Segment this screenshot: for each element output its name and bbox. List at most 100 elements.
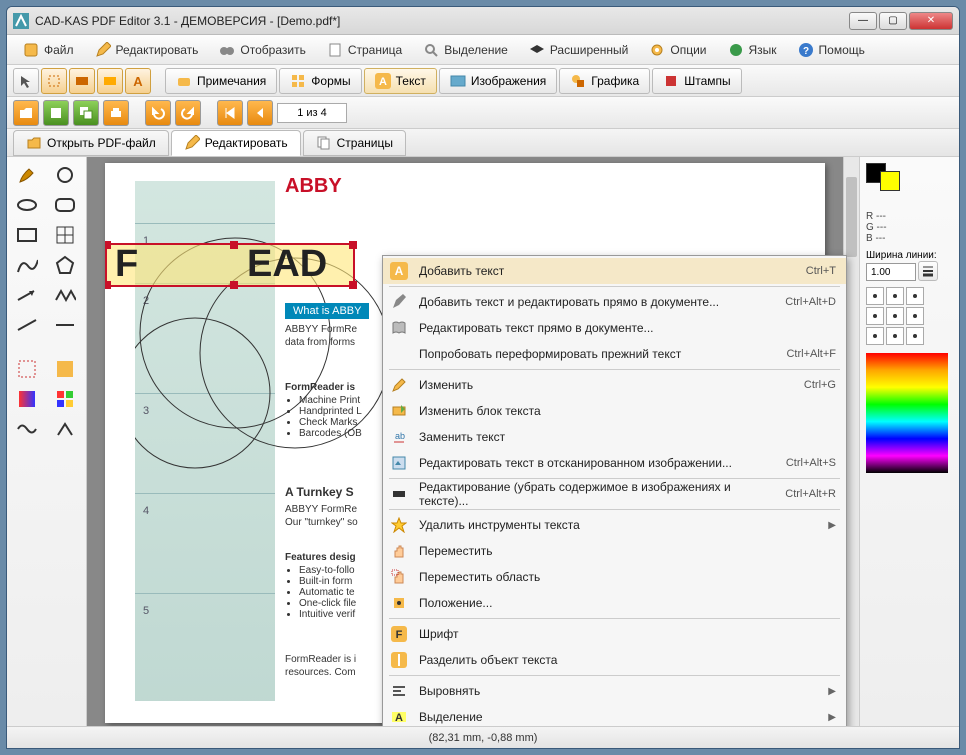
nav-prev[interactable] xyxy=(247,100,273,126)
tool-curve-icon[interactable] xyxy=(11,253,43,277)
menu-item[interactable]: AДобавить текстCtrl+T xyxy=(383,258,846,284)
right-properties-panel: R --- G --- B --- Ширина линии: xyxy=(859,157,959,726)
menu-file[interactable]: Файл xyxy=(13,38,83,62)
tool-grid-icon[interactable] xyxy=(49,223,81,247)
menu-item[interactable]: Удалить инструменты текста▶ xyxy=(383,512,846,538)
statusbar: (82,31 mm, -0,88 mm) xyxy=(7,726,959,748)
blank-icon xyxy=(389,344,409,364)
modetab-pages[interactable]: Страницы xyxy=(303,130,406,156)
menu-item[interactable]: Разделить объект текста xyxy=(383,647,846,673)
menu-item[interactable]: ИзменитьCtrl+G xyxy=(383,372,846,398)
tool-rect-icon[interactable] xyxy=(11,223,43,247)
text-menu-dropdown: AДобавить текстCtrl+T Добавить текст и ре… xyxy=(382,255,847,726)
tab-images[interactable]: Изображения xyxy=(439,68,557,94)
tool-ellipse-icon[interactable] xyxy=(11,193,43,217)
A-icon: A xyxy=(389,261,409,281)
tool-circle-icon[interactable] xyxy=(49,163,81,187)
tool-wave-icon[interactable] xyxy=(11,417,43,441)
resize-handle[interactable] xyxy=(105,241,111,249)
redact-icon xyxy=(389,484,409,504)
modetab-edit[interactable]: Редактировать xyxy=(171,130,301,156)
app-icon xyxy=(13,13,29,29)
star-icon xyxy=(389,515,409,535)
menu-options[interactable]: Опции xyxy=(639,38,715,62)
menu-page[interactable]: Страница xyxy=(317,38,411,62)
tool-undo[interactable] xyxy=(145,100,171,126)
tool-text-box[interactable] xyxy=(69,68,95,94)
scrollbar-thumb[interactable] xyxy=(846,177,857,257)
book-icon xyxy=(389,318,409,338)
globe-icon xyxy=(727,41,745,59)
tab-stamps[interactable]: Штампы xyxy=(652,68,741,94)
menu-item[interactable]: Добавить текст и редактировать прямо в д… xyxy=(383,289,846,315)
menu-help[interactable]: ?Помощь xyxy=(788,38,874,62)
menu-item[interactable]: Изменить блок текста xyxy=(383,398,846,424)
menu-language[interactable]: Язык xyxy=(718,38,786,62)
modetab-open[interactable]: Открыть PDF-файл xyxy=(13,130,169,156)
tool-zigzag-icon[interactable] xyxy=(49,283,81,307)
tool-arrow[interactable] xyxy=(13,68,39,94)
close-button[interactable]: ✕ xyxy=(909,12,953,30)
tool-gradient-icon[interactable] xyxy=(11,387,43,411)
linewidth-picker-icon[interactable] xyxy=(918,261,938,281)
tool-print[interactable] xyxy=(103,100,129,126)
tool-line-icon[interactable] xyxy=(11,313,43,337)
input-linewidth[interactable] xyxy=(866,263,916,281)
resize-handle[interactable] xyxy=(230,281,238,289)
page-icon xyxy=(326,41,344,59)
tool-marquee2-icon[interactable] xyxy=(11,357,43,381)
tab-graphics[interactable]: Графика xyxy=(559,68,650,94)
tool-text-a[interactable]: A xyxy=(125,68,151,94)
resize-handle[interactable] xyxy=(349,241,357,249)
tool-color-rect-icon[interactable] xyxy=(49,357,81,381)
tool-redo[interactable] xyxy=(175,100,201,126)
anchor-grid[interactable] xyxy=(866,287,953,345)
tab-text[interactable]: AТекст xyxy=(364,68,437,94)
menu-edit[interactable]: Редактировать xyxy=(85,38,208,62)
menu-item[interactable]: Редактирование (убрать содержимое в изоб… xyxy=(383,481,846,507)
resize-handle[interactable] xyxy=(105,281,111,289)
menu-advanced[interactable]: Расширенный xyxy=(519,38,638,62)
swatch-background[interactable] xyxy=(880,171,900,191)
maximize-button[interactable]: ▢ xyxy=(879,12,907,30)
nav-first[interactable] xyxy=(217,100,243,126)
menu-item[interactable]: abЗаменить текст xyxy=(383,424,846,450)
menu-item[interactable]: Редактировать текст в отсканированном из… xyxy=(383,450,846,476)
resize-handle[interactable] xyxy=(349,281,357,289)
menu-item[interactable]: AВыделение▶ xyxy=(383,704,846,726)
left-tool-palette xyxy=(7,157,87,726)
menu-item[interactable]: Положение... xyxy=(383,590,846,616)
page-indicator[interactable] xyxy=(277,103,347,123)
menu-item[interactable]: Попробовать переформировать прежний текс… xyxy=(383,341,846,367)
resize-handle[interactable] xyxy=(230,241,238,249)
tool-arrow-icon[interactable] xyxy=(11,283,43,307)
menu-item[interactable]: FШрифт xyxy=(383,621,846,647)
selected-text-box[interactable]: F EAD xyxy=(105,243,355,287)
menu-item[interactable]: Переместить область xyxy=(383,564,846,590)
tool-polygon-icon[interactable] xyxy=(49,253,81,277)
tool-save-as[interactable] xyxy=(73,100,99,126)
color-spectrum[interactable] xyxy=(866,353,948,473)
tool-marquee[interactable] xyxy=(41,68,67,94)
tool-brush-icon[interactable] xyxy=(11,163,43,187)
tool-caret-icon[interactable] xyxy=(49,417,81,441)
tab-annotations[interactable]: Примечания xyxy=(165,68,277,94)
pen-icon xyxy=(389,292,409,312)
svg-text:A: A xyxy=(395,712,403,724)
paragraph: FormReader is i resources. Com xyxy=(285,653,356,679)
svg-text:ab: ab xyxy=(395,431,405,441)
tab-forms[interactable]: Формы xyxy=(279,68,361,94)
minimize-button[interactable]: — xyxy=(849,12,877,30)
menu-view[interactable]: Отобразить xyxy=(209,38,314,62)
tool-highlight[interactable] xyxy=(97,68,123,94)
mode-tabs: Открыть PDF-файл Редактировать Страницы xyxy=(7,129,959,157)
tool-save[interactable] xyxy=(43,100,69,126)
tool-rounded-rect-icon[interactable] xyxy=(49,193,81,217)
menu-item[interactable]: Переместить xyxy=(383,538,846,564)
menu-item[interactable]: Редактировать текст прямо в документе... xyxy=(383,315,846,341)
menu-item[interactable]: Выровнять▶ xyxy=(383,678,846,704)
tool-hline-icon[interactable] xyxy=(49,313,81,337)
menu-select[interactable]: Выделение xyxy=(413,38,517,62)
tool-palette-icon[interactable] xyxy=(49,387,81,411)
tool-open[interactable] xyxy=(13,100,39,126)
